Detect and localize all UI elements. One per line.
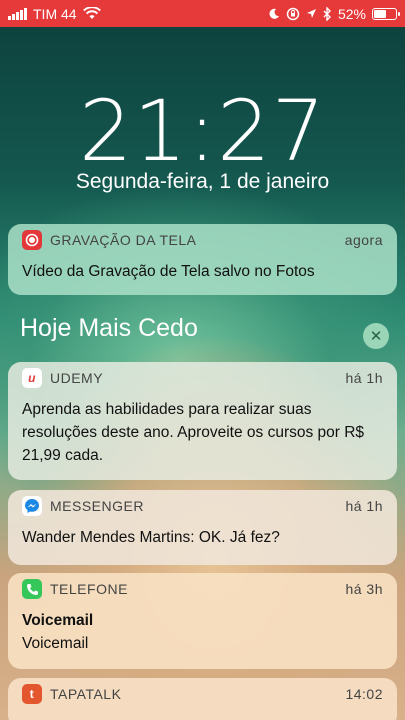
status-bar: TIM 44 52% [0,0,405,27]
notification-app-name: GRAVAÇÃO DA TELA [50,232,197,248]
signal-bars-icon [8,7,27,20]
carrier-label: TIM 44 [33,5,77,22]
notification-app-name: MESSENGER [50,498,144,514]
close-icon[interactable]: ✕ [363,323,389,349]
notification-time: há 1h [345,370,383,386]
wifi-icon [82,7,101,19]
notification-body: Vídeo da Gravação de Tela salvo no Fotos [22,263,315,280]
notification-messenger[interactable]: MESSENGER há 1h Wander Mendes Martins: O… [8,490,397,565]
notification-title: Voicemail [22,612,94,629]
battery-icon [372,7,400,20]
lock-date: Segunda-feira, 1 de janeiro [75,170,330,193]
phone-icon [22,579,42,599]
udemy-icon: u [22,368,42,388]
orientation-lock-icon [286,7,300,20]
notification-body: Aprenda as habilidades para realizar sua… [22,401,365,464]
notification-body: Voicemail [22,635,89,652]
notification-app-name: UDEMY [50,370,104,386]
notification-screen-recording[interactable]: GRAVAÇÃO DA TELA agora Vídeo da Gravação… [8,224,397,295]
notification-tapatalk[interactable]: t TAPATALK 14:02 [8,678,397,720]
bluetooth-icon [323,6,331,21]
notification-app-name: TELEFONE [50,581,128,597]
notification-time: 14:02 [345,686,383,702]
notification-time: agora [344,232,383,248]
tapatalk-icon: t [22,684,42,704]
notification-time: há 3h [345,581,383,597]
lock-time: 21:27 [78,82,327,180]
location-arrow-icon [306,9,316,18]
notification-app-name: TAPATALK [50,686,122,702]
section-title: Hoje Mais Cedo [20,314,198,342]
notification-body: Wander Mendes Martins: OK. Já fez? [22,529,280,546]
moon-icon [269,8,279,19]
screen-recording-icon [22,230,42,250]
notification-time: há 1h [345,498,383,514]
notification-udemy[interactable]: u UDEMY há 1h Aprenda as habilidades par… [8,362,397,480]
messenger-icon [22,496,42,516]
notification-telefone[interactable]: TELEFONE há 3h Voicemail Voicemail [8,573,397,669]
battery-percent: 52% [337,5,366,22]
